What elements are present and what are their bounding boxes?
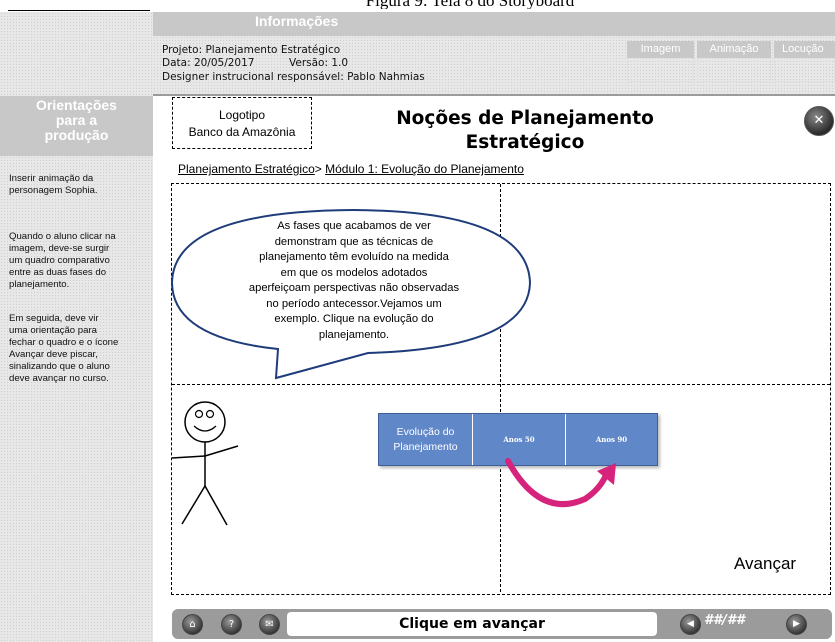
caption-rule	[8, 10, 150, 11]
close-button[interactable]: ✕	[804, 106, 834, 136]
evolution-label-cell: Evolução do Planejamento	[379, 414, 473, 465]
orientation-note-animation: Inserir animação da personagem Sophia.	[9, 173, 98, 196]
orientation-note-click: Quando o aluno clicar na imagem, deve-se…	[9, 231, 116, 290]
orientation-note-advance: Em seguida, deve vir uma orientação para…	[9, 313, 119, 384]
media-header-image: Imagem	[627, 41, 694, 58]
speech-bubble-text: As fases que acabamos de ver demonstram …	[248, 220, 460, 341]
home-icon[interactable]: ⌂	[182, 614, 203, 635]
media-header-animation: Animação	[697, 41, 771, 58]
breadcrumb-module[interactable]: Módulo 1: Evolução do Planejamento	[325, 162, 524, 176]
info-title: Informações	[255, 13, 339, 29]
mail-icon[interactable]: ✉	[259, 614, 280, 635]
breadcrumb-separator: >	[314, 162, 322, 176]
next-page-icon[interactable]: ▶	[786, 614, 807, 635]
project-name: Projeto: Planejamento Estratégico	[162, 44, 341, 56]
frame-horizontal-divider	[172, 384, 830, 385]
help-icon[interactable]: ?	[221, 614, 242, 635]
logo-placeholder: Logotipo Banco da Amazônia	[172, 97, 312, 149]
media-cell-animation	[697, 58, 771, 82]
orientation-title: Orientações para a produção	[36, 97, 117, 143]
header-divider	[153, 94, 835, 96]
previous-page-icon[interactable]: ◀	[680, 614, 701, 635]
media-cell-image	[627, 58, 694, 82]
project-date: Data: 20/05/2017	[162, 57, 255, 69]
page-title: Noções de Planejamento Estratégico	[396, 108, 654, 153]
figure-caption: Figura 9: Tela 8 do Storyboard	[250, 0, 690, 9]
nav-message: Clique em avançar	[287, 612, 657, 636]
page-indicator: ##/##	[704, 613, 745, 628]
media-header-narration: Locução	[774, 41, 835, 58]
breadcrumb-course[interactable]: Planejamento Estratégico	[178, 162, 315, 176]
media-cell-narration	[774, 58, 835, 82]
advance-label[interactable]: Avançar	[734, 554, 796, 574]
breadcrumb: Planejamento Estratégico> Módulo 1: Evol…	[178, 162, 524, 176]
stick-figure-character	[172, 401, 239, 526]
evolution-arrow	[505, 458, 616, 508]
project-version: Versão: 1.0	[289, 57, 349, 69]
project-designer: Designer instrucional responsável: Pablo…	[162, 71, 425, 83]
